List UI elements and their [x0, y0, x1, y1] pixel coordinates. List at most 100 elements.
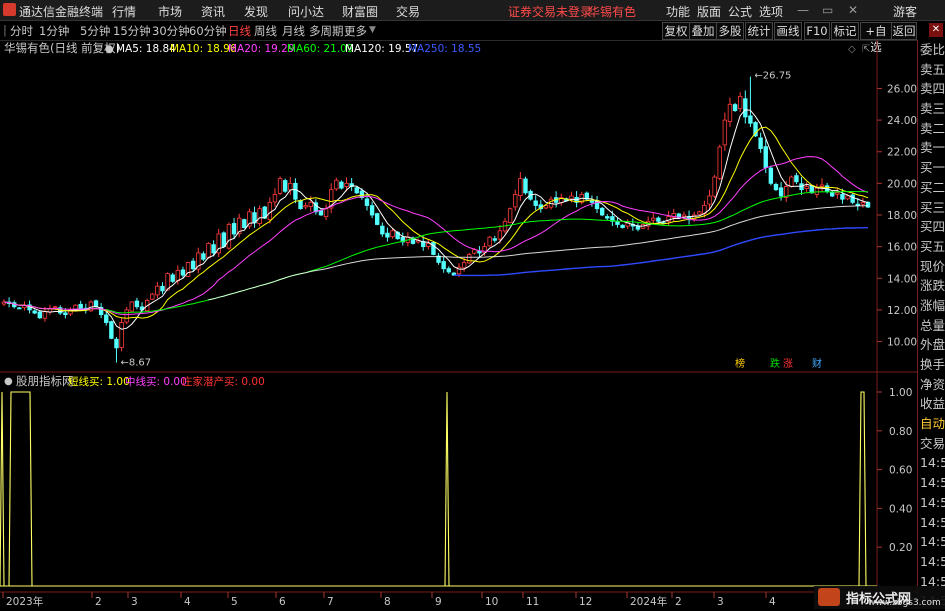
menu-bar: 通达信金融终端 行情 市场 资讯 发现 问小达 财富圈 交易 证券交易未登录 华…: [0, 0, 945, 21]
price-tick-label-2: 22.00: [887, 147, 917, 159]
menu-market-quotes[interactable]: 行情: [112, 3, 136, 20]
signal-pulse-a: [0, 391, 5, 587]
candle-body: [155, 285, 160, 296]
btn-mark[interactable]: 标记: [831, 22, 859, 40]
period-5min[interactable]: 5分钟: [80, 23, 110, 39]
candle-body: [257, 208, 262, 224]
candle-body: [160, 285, 165, 292]
quote-panel-item[interactable]: 14:56: [918, 532, 945, 552]
btn-overlay[interactable]: 叠加: [689, 22, 717, 40]
period-monthly[interactable]: 月线: [282, 23, 305, 39]
event-mark-0[interactable]: 榜: [735, 357, 745, 370]
quote-panel-item[interactable]: 14:56: [918, 552, 945, 572]
time-label-8: 9: [435, 596, 442, 608]
candle-body: [656, 217, 661, 222]
candle-body: [63, 312, 68, 316]
candle-body: [518, 178, 523, 196]
ma-label-1: MA10: 18.96: [170, 43, 237, 55]
candle-body: [17, 307, 22, 310]
btn-multi-stock[interactable]: 多股: [716, 22, 744, 40]
candle-body: [109, 321, 114, 339]
btn-statistics[interactable]: 统计: [745, 22, 773, 40]
ma-legend: MA5: 18.84MA10: 18.96MA20: 19.29MA60: 21…: [116, 43, 481, 55]
menu-market[interactable]: 市场: [158, 3, 182, 20]
candle-body: [431, 242, 436, 255]
menu-assistant[interactable]: 问小达: [288, 3, 324, 20]
indicator-legend: 短线买: 1.00中线买: 0.00庄家潜产买: 0.00: [68, 375, 265, 388]
chart-expand-icon[interactable]: ⇱: [862, 44, 870, 55]
menu-options[interactable]: 选项: [759, 3, 783, 20]
ind-tick-label-3: 0.40: [889, 503, 912, 515]
btn-add-watchlist[interactable]: +自选: [860, 22, 892, 54]
price-tick-label-0: 26.00: [887, 83, 917, 95]
event-mark-3[interactable]: 财: [812, 357, 822, 370]
period-15min[interactable]: 15分钟: [113, 23, 151, 39]
more-dropdown-icon[interactable]: ▼: [369, 25, 376, 35]
signal-pulse-d: [858, 391, 867, 587]
btn-draw-line[interactable]: 画线: [774, 22, 802, 40]
ma-line-5: [3, 109, 869, 330]
menu-wealth-circle[interactable]: 财富圈: [342, 3, 378, 20]
candle-body: [778, 187, 784, 197]
minimize-icon[interactable]: —: [797, 3, 809, 17]
quote-panel-item[interactable]: 14:56: [918, 513, 945, 533]
panel-close-icon[interactable]: ✕: [929, 23, 943, 37]
period-30min[interactable]: 30分钟: [152, 23, 190, 39]
menu-function[interactable]: 功能: [666, 3, 690, 20]
candle-body: [487, 236, 492, 247]
menu-formula[interactable]: 公式: [728, 3, 752, 20]
time-label-14: 3: [717, 596, 724, 608]
quote-panel-item[interactable]: 14:56: [918, 453, 945, 473]
guest-label[interactable]: 游客: [893, 3, 917, 20]
period-more[interactable]: 更多: [344, 23, 367, 39]
period-daily[interactable]: 日线: [228, 23, 251, 39]
quote-panel-item: 买三: [920, 199, 945, 215]
quote-panel-item: 总量: [920, 317, 945, 333]
chart-frame: [0, 40, 917, 609]
quote-panel-item[interactable]: 14:56: [918, 473, 945, 493]
time-label-15: 4: [769, 596, 776, 608]
ind-tick-label-0: 1.00: [889, 387, 912, 399]
menu-news[interactable]: 资讯: [201, 3, 225, 20]
indicator-label-2: 庄家潜产买: 0.00: [182, 375, 265, 388]
quote-panel-item[interactable]: 交易: [918, 434, 945, 454]
menu-trade[interactable]: 交易: [396, 3, 420, 20]
candle-body: [42, 311, 48, 319]
period-multi[interactable]: 多周期: [309, 23, 344, 39]
btn-back[interactable]: 返回: [891, 22, 917, 40]
chart-diamond-icon[interactable]: ◇: [848, 44, 856, 55]
menu-layout[interactable]: 版面: [697, 3, 721, 20]
btn-f10[interactable]: F10: [804, 22, 830, 40]
price-axis: 26.00 24.00 22.00 20.00 18.00 16.00 14.00 12.00…: [877, 83, 917, 349]
candle-body: [119, 322, 124, 348]
btn-adjust[interactable]: 复权: [662, 22, 690, 40]
price-tick-label-8: 10.00: [887, 337, 917, 349]
ma-settings-icon[interactable]: ●: [105, 44, 114, 55]
indicator-settings-icon[interactable]: ●: [4, 376, 13, 387]
candle-body: [467, 254, 472, 264]
candle-body: [78, 303, 83, 309]
event-mark-2[interactable]: 涨: [783, 358, 793, 370]
menu-discover[interactable]: 发现: [244, 3, 268, 20]
candle-body: [385, 232, 390, 238]
kline-chart[interactable]: 华锡有色(日线 前复权) ● MA5: 18.84MA10: 18.96MA20…: [0, 40, 917, 609]
candle-body: [860, 201, 866, 205]
close-icon[interactable]: ✕: [848, 3, 858, 17]
restore-icon[interactable]: ▭: [822, 3, 833, 17]
high-label: ←26.75: [754, 71, 791, 82]
candle-body: [277, 178, 283, 194]
period-1min[interactable]: 1分钟: [39, 23, 69, 39]
event-mark-1[interactable]: 跌: [770, 357, 780, 370]
trade-login-warning[interactable]: 证券交易未登录: [508, 3, 592, 20]
quote-panel-item[interactable]: 自动: [918, 414, 945, 434]
time-label-2: 3: [131, 596, 138, 608]
quote-panel-item[interactable]: 14:56: [918, 493, 945, 513]
period-intraday[interactable]: 分时: [10, 23, 33, 39]
period-weekly[interactable]: 周线: [254, 23, 277, 39]
ma-line-250: [453, 227, 869, 277]
candle-body: [651, 217, 656, 221]
ma-label-3: MA60: 21.09: [287, 43, 354, 55]
candle-body: [773, 183, 779, 191]
candle-body: [681, 214, 687, 218]
period-60min[interactable]: 60分钟: [189, 23, 227, 39]
